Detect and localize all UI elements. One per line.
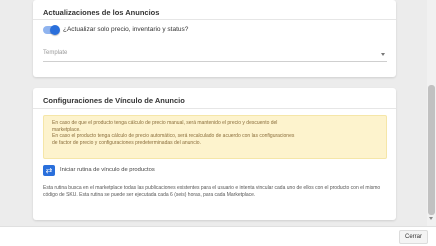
chevron-down-icon — [381, 53, 385, 56]
toggle-knob — [50, 25, 60, 35]
warning-line: marketplace. — [52, 126, 81, 133]
template-select[interactable]: Template — [43, 48, 387, 62]
ads-updates-card: Actualizaciones de los Anuncios ¿Actuali… — [33, 0, 396, 77]
scrollbar-thumb[interactable] — [428, 85, 435, 215]
ads-updates-title: Actualizaciones de los Anuncios — [43, 8, 160, 17]
update-only-toggle[interactable] — [43, 25, 60, 35]
close-button[interactable]: Cerrar — [399, 230, 428, 244]
template-placeholder: Template — [43, 50, 68, 56]
link-config-title: Configuraciones de Vínculo de Anuncio — [43, 96, 185, 105]
routine-description: Esta rutina busca en el marketplace toda… — [43, 185, 381, 198]
vertical-scrollbar[interactable] — [427, 0, 436, 226]
update-only-label: ¿Actualizar solo precio, inventario y st… — [63, 26, 189, 33]
warning-line: de factor de precio y configuraciones pr… — [52, 139, 201, 146]
modal-body: Actualizaciones de los Anuncios ¿Actuali… — [0, 0, 436, 226]
divider — [33, 108, 396, 109]
link-config-card: Configuraciones de Vínculo de Anuncio En… — [33, 88, 396, 220]
scroll-down-icon[interactable] — [429, 217, 433, 220]
divider — [33, 19, 396, 20]
warning-line: En caso el producto tenga cálculo de pre… — [52, 133, 295, 140]
warning-alert: En caso de que el producto tenga cálculo… — [43, 115, 387, 159]
start-link-routine-label[interactable]: Iniciar rutina de vínculo de productos — [60, 167, 155, 173]
warning-line: En caso de que el producto tenga cálculo… — [52, 120, 278, 126]
swap-arrows-icon[interactable]: ⇄ — [43, 165, 55, 176]
modal-footer: Cerrar — [0, 226, 436, 246]
